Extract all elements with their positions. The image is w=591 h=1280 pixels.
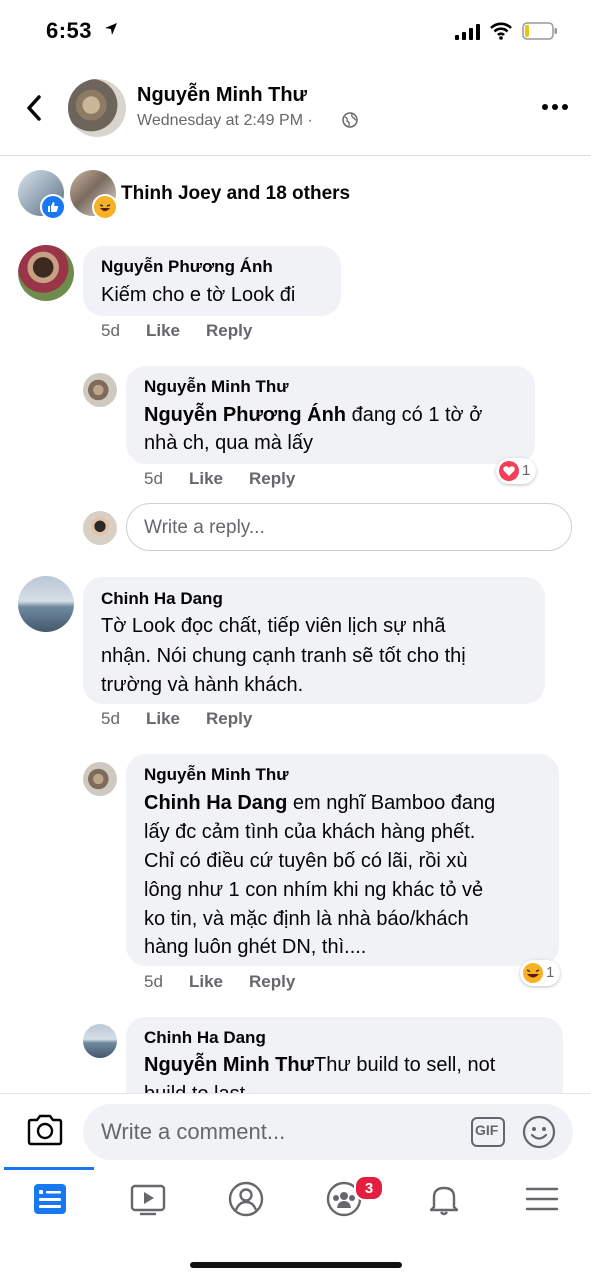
comment-author[interactable]: Nguyễn Minh Thư (144, 765, 289, 785)
reaction-count: 1 (546, 964, 555, 981)
comment-text-line: nhận. Nói chung cạnh tranh sẽ tốt cho th… (101, 645, 466, 667)
location-arrow-icon (105, 23, 117, 35)
home-indicator (190, 1262, 402, 1268)
notifications-bell-icon[interactable] (426, 1181, 462, 1217)
love-reaction-icon (499, 461, 519, 481)
comment-time: 5d (144, 972, 163, 991)
emoji-icon[interactable] (522, 1115, 556, 1149)
menu-icon[interactable] (524, 1181, 560, 1217)
haha-reaction-icon (523, 963, 543, 983)
camera-icon[interactable] (26, 1113, 64, 1147)
reactions-summary[interactable]: Thinh Joey and 18 others (121, 183, 350, 205)
post-timestamp: Wednesday at 2:49 PM · (137, 112, 313, 129)
tab-bar (0, 1167, 591, 1233)
comment-text-line: nhà ch, qua mà lấy (144, 432, 313, 454)
commenter-avatar[interactable] (83, 762, 117, 796)
reply-button[interactable]: Reply (206, 321, 252, 341)
wifi-icon (490, 22, 512, 40)
groups-notification-badge: 3 (354, 1175, 384, 1201)
comment-text-line: Tờ Look đọc chất, tiếp viên lịch sự nhã (101, 615, 446, 637)
reaction-count: 1 (522, 462, 531, 479)
comment-text: Nguyễn Minh ThưThư build to sell, not (144, 1050, 495, 1080)
signal-icon (455, 24, 480, 40)
battery-icon (522, 22, 557, 40)
like-button[interactable]: Like (189, 972, 223, 992)
more-icon[interactable] (540, 100, 570, 114)
like-button[interactable]: Like (146, 709, 180, 729)
back-arrow-icon[interactable] (24, 94, 44, 122)
comment-time: 5d (101, 709, 120, 728)
comment-text-part: Thư build to sell, not (314, 1054, 496, 1076)
watch-icon[interactable] (130, 1181, 166, 1217)
news-feed-icon[interactable] (32, 1181, 68, 1217)
comment-text-line: lấy đc cảm tình của khách hàng phết. (144, 821, 476, 843)
reply-button[interactable]: Reply (249, 972, 295, 992)
active-tab-indicator (4, 1167, 94, 1170)
reply-button[interactable]: Reply (249, 469, 295, 489)
comment-text-part: em nghĩ Bamboo đang (287, 792, 496, 814)
comment-time: 5d (144, 469, 163, 488)
globe-icon (342, 112, 358, 128)
comment-text-part: đang có 1 tờ ở (346, 404, 483, 426)
comment-author[interactable]: Chinh Ha Dang (101, 589, 223, 609)
gif-label: GIF (475, 1122, 499, 1138)
comment-author[interactable]: Chinh Ha Dang (144, 1028, 266, 1048)
reply-placeholder[interactable]: Write a reply... (144, 517, 265, 539)
commenter-avatar[interactable] (18, 576, 74, 632)
comment-text-line: hàng luôn ghét DN, thì.... (144, 936, 367, 958)
comment-time: 5d (101, 321, 120, 340)
reaction-count-badge[interactable]: 1 (496, 458, 536, 484)
user-avatar (83, 511, 117, 545)
author-avatar[interactable] (68, 79, 126, 137)
haha-reaction-icon (92, 194, 118, 220)
like-button[interactable]: Like (189, 469, 223, 489)
profile-icon[interactable] (228, 1181, 264, 1217)
commenter-avatar[interactable] (83, 1024, 117, 1058)
like-reaction-icon (40, 194, 66, 220)
status-time: 6:53 (46, 18, 93, 43)
comment-text-line: ko tin, và mặc định là nhà báo/khách (144, 908, 469, 930)
like-button[interactable]: Like (146, 321, 180, 341)
comment-text-line: trường và hành khách. (101, 674, 304, 696)
mention-link[interactable]: Nguyễn Minh Thư (144, 1054, 314, 1076)
comment-text: Chinh Ha Dang em nghĩ Bamboo đang (144, 788, 495, 818)
commenter-avatar[interactable] (83, 373, 117, 407)
header-divider (0, 155, 591, 156)
reaction-count-badge[interactable]: 1 (520, 960, 560, 986)
comment-placeholder[interactable]: Write a comment... (101, 1119, 285, 1145)
comment-text-line: Chỉ có điều cứ tuyên bố có lãi, rồi xù (144, 850, 468, 872)
commenter-avatar[interactable] (18, 245, 74, 301)
comment-text-line: lông như 1 con nhím khi ng khác tỏ vẻ (144, 879, 484, 901)
comment-author[interactable]: Nguyễn Minh Thư (144, 377, 289, 397)
comment-text: Nguyễn Phương Ánh đang có 1 tờ ở (144, 400, 482, 430)
comment-text: Kiếm cho e tờ Look đi (101, 284, 296, 306)
post-author-name[interactable]: Nguyễn Minh Thư (137, 84, 307, 107)
mention-link[interactable]: Nguyễn Phương Ánh (144, 404, 346, 426)
reply-button[interactable]: Reply (206, 709, 252, 729)
gif-button[interactable]: GIF (471, 1117, 505, 1147)
comment-author[interactable]: Nguyễn Phương Ánh (101, 257, 273, 277)
mention-link[interactable]: Chinh Ha Dang (144, 792, 287, 814)
